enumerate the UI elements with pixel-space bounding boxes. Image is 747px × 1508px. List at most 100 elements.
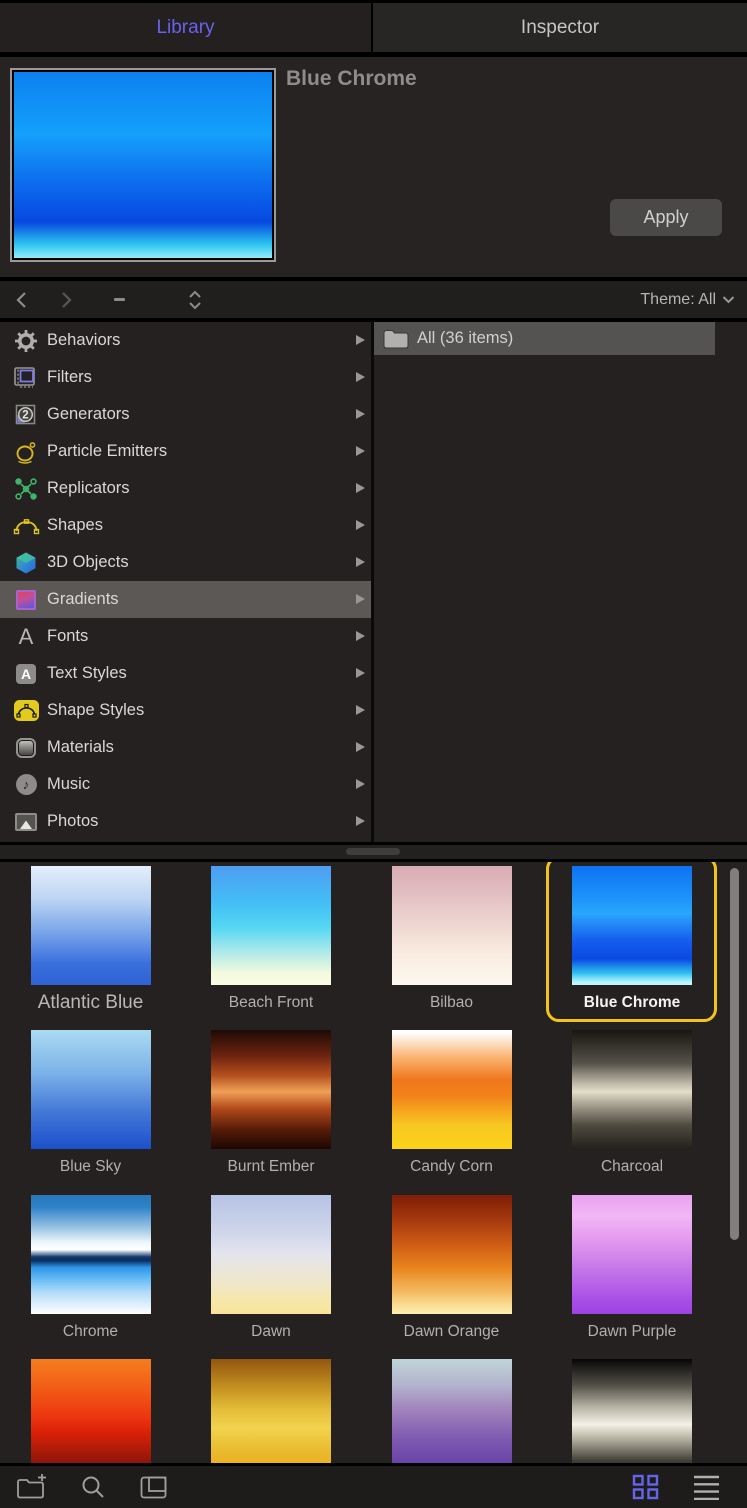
theme-label: Theme: All — [640, 291, 716, 309]
gradient-thumbnail[interactable] — [211, 1030, 331, 1149]
disclosure-triangle-icon[interactable] — [356, 816, 365, 826]
sidebar-item-label: Replicators — [47, 479, 130, 498]
gradient-thumbnail[interactable] — [572, 1030, 692, 1149]
apply-button[interactable]: Apply — [610, 199, 722, 236]
cube-3d-icon — [12, 551, 40, 575]
library-panel: Library Inspector Blue Chrome Apply Them… — [0, 0, 747, 1508]
sidebar-item-shapes[interactable]: Shapes — [0, 507, 371, 544]
gradient-swatch-dawn-purple[interactable]: Dawn Purple — [542, 1195, 723, 1343]
gradient-thumbnail[interactable] — [211, 1195, 331, 1314]
gradient-swatch-dawn[interactable]: Dawn — [181, 1195, 362, 1343]
grid-view-icon[interactable] — [632, 1466, 659, 1508]
collection-all-row[interactable]: All (36 items) — [374, 322, 715, 355]
sidebar-item-label: Shapes — [47, 516, 103, 535]
disclosure-triangle-icon[interactable] — [356, 335, 365, 345]
gradient-swatch-dawn-orange[interactable]: Dawn Orange — [361, 1195, 542, 1343]
gradient-label: Bilbao — [361, 992, 542, 1014]
stepper-updown-icon[interactable] — [188, 281, 202, 318]
dash-icon[interactable] — [114, 281, 125, 318]
gradient-swatch-blue-sky[interactable]: Blue Sky — [0, 1030, 181, 1178]
gradient-thumbnail[interactable] — [572, 1359, 692, 1463]
gradient-thumbnail[interactable] — [392, 1030, 512, 1149]
gradient-thumbnail[interactable] — [31, 1030, 151, 1149]
disclosure-triangle-icon[interactable] — [356, 409, 365, 419]
gradient-thumbnail[interactable] — [31, 866, 151, 985]
gradient-swatch-unnamed-13[interactable] — [181, 1359, 362, 1463]
sidebar-item-filters[interactable]: Filters — [0, 359, 371, 396]
sidebar-item-photos[interactable]: Photos — [0, 803, 371, 840]
gradient-swatch-candy-corn[interactable]: Candy Corn — [361, 1030, 542, 1178]
gradient-grid: Atlantic BlueBeach FrontBilbaoBlue Chrom… — [0, 862, 747, 1463]
gradient-swatch-beach-front[interactable]: Beach Front — [181, 866, 362, 1014]
back-chevron-icon[interactable] — [14, 281, 30, 318]
sidebar-item-materials[interactable]: Materials — [0, 729, 371, 766]
gradient-swatch-blue-chrome[interactable]: Blue Chrome — [542, 866, 723, 1014]
tab-bar: Library Inspector — [0, 0, 747, 57]
sidebar-item-particle-emitters[interactable]: Particle Emitters — [0, 433, 371, 470]
sidebar-item-label: Text Styles — [47, 664, 127, 683]
sidebar-item-text-styles[interactable]: AText Styles — [0, 655, 371, 692]
splitter-drag-handle[interactable] — [346, 848, 400, 855]
gradient-swatch-burnt-ember[interactable]: Burnt Ember — [181, 1030, 362, 1178]
sidebar-item-shape-styles[interactable]: Shape Styles — [0, 692, 371, 729]
disclosure-triangle-icon[interactable] — [356, 705, 365, 715]
gradient-swatch-unnamed-14[interactable] — [361, 1359, 542, 1463]
disclosure-triangle-icon[interactable] — [356, 372, 365, 382]
collection-all-label: All (36 items) — [417, 329, 513, 348]
gradient-label: Dawn — [181, 1321, 362, 1343]
disclosure-triangle-icon[interactable] — [356, 631, 365, 641]
gradient-label: Chrome — [0, 1321, 181, 1343]
gradient-swatch-charcoal[interactable]: Charcoal — [542, 1030, 723, 1178]
sidebar-item-label: Photos — [47, 812, 98, 831]
list-view-icon[interactable] — [694, 1466, 719, 1508]
theme-dropdown[interactable]: Theme: All — [640, 281, 735, 318]
gradient-thumbnail[interactable] — [211, 866, 331, 985]
gradient-swatch-unnamed-12[interactable] — [0, 1359, 181, 1463]
search-icon[interactable] — [80, 1466, 106, 1508]
gradient-thumbnail[interactable] — [211, 1359, 331, 1463]
gradient-swatch-unnamed-15[interactable] — [542, 1359, 723, 1463]
preview-title: Blue Chrome — [286, 67, 417, 91]
disclosure-triangle-icon[interactable] — [356, 668, 365, 678]
gradient-thumbnail[interactable] — [31, 1195, 151, 1314]
disclosure-triangle-icon[interactable] — [356, 557, 365, 567]
new-folder-icon[interactable] — [16, 1466, 47, 1508]
disclosure-triangle-icon[interactable] — [356, 446, 365, 456]
disclosure-triangle-icon[interactable] — [356, 594, 365, 604]
sidebar-item-behaviors[interactable]: Behaviors — [0, 322, 371, 359]
disclosure-triangle-icon[interactable] — [356, 520, 365, 530]
replicator-icon — [12, 477, 40, 501]
particle-emitter-icon — [12, 440, 40, 464]
chevron-down-icon — [722, 295, 735, 304]
sidebar-item-gradients[interactable]: Gradients — [0, 581, 371, 618]
gradient-swatch-atlantic-blue[interactable]: Atlantic Blue — [0, 866, 181, 1014]
grid-scrollbar[interactable] — [730, 868, 739, 1240]
material-sphere-icon — [12, 738, 40, 758]
sidebar-item-music[interactable]: ♪Music — [0, 766, 371, 803]
gradient-thumbnail[interactable] — [392, 866, 512, 985]
disclosure-triangle-icon[interactable] — [356, 779, 365, 789]
gradient-label: Candy Corn — [361, 1156, 542, 1178]
gradient-thumbnail[interactable] — [572, 866, 692, 985]
gradient-thumbnail[interactable] — [392, 1359, 512, 1463]
category-panels: Behaviors Filters 2 Generators Particle … — [0, 322, 747, 842]
gradient-swatch-bilbao[interactable]: Bilbao — [361, 866, 542, 1014]
sidebar-item-3d-objects[interactable]: 3D Objects — [0, 544, 371, 581]
gradient-thumbnail[interactable] — [572, 1195, 692, 1314]
disclosure-triangle-icon[interactable] — [356, 483, 365, 493]
gradient-thumbnail[interactable] — [392, 1195, 512, 1314]
gradient-swatch-chrome[interactable]: Chrome — [0, 1195, 181, 1343]
tab-inspector[interactable]: Inspector — [373, 3, 747, 52]
sidebar-item-replicators[interactable]: Replicators — [0, 470, 371, 507]
sidebar-item-label: Materials — [47, 738, 114, 757]
tab-library[interactable]: Library — [0, 3, 371, 52]
forward-chevron-icon[interactable] — [58, 281, 74, 318]
sidebar-item-label: Filters — [47, 368, 92, 387]
sidebar-item-generators[interactable]: 2 Generators — [0, 396, 371, 433]
sidebar-item-fonts[interactable]: AFonts — [0, 618, 371, 655]
theme-pane-icon[interactable] — [140, 1466, 167, 1508]
gradient-thumbnail[interactable] — [31, 1359, 151, 1463]
sidebar-item-label: Generators — [47, 405, 130, 424]
disclosure-triangle-icon[interactable] — [356, 742, 365, 752]
gradient-label: Blue Sky — [0, 1156, 181, 1178]
